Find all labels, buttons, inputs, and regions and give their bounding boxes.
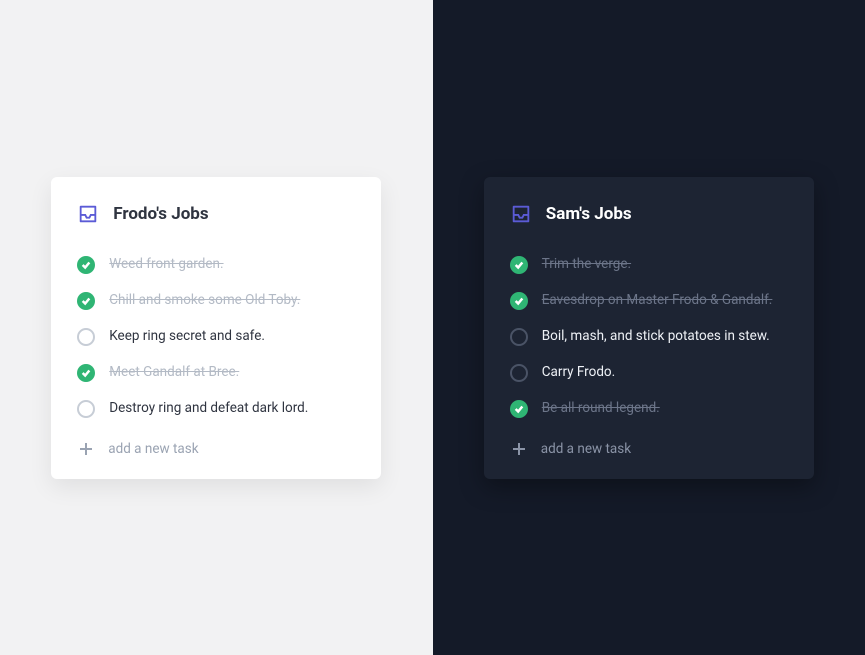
checkbox-checked-icon[interactable] <box>510 256 528 274</box>
task-item[interactable]: Eavesdrop on Master Frodo & Gandalf. <box>510 283 788 319</box>
task-text: Chill and smoke some Old Toby. <box>109 292 300 310</box>
task-text: Keep ring secret and safe. <box>109 328 265 346</box>
light-panel: Frodo's Jobs Weed front garden. Chill an… <box>0 0 433 655</box>
task-text: Eavesdrop on Master Frodo & Gandalf. <box>542 292 773 310</box>
checkbox-unchecked-icon[interactable] <box>510 364 528 382</box>
inbox-icon <box>510 203 532 225</box>
task-list: Weed front garden. Chill and smoke some … <box>77 247 355 427</box>
plus-icon <box>511 441 527 457</box>
task-text: Carry Frodo. <box>542 364 615 382</box>
task-text: Be all round legend. <box>542 400 660 418</box>
checkbox-checked-icon[interactable] <box>77 364 95 382</box>
card-title: Frodo's Jobs <box>113 204 208 224</box>
checkbox-checked-icon[interactable] <box>510 292 528 310</box>
card-header: Frodo's Jobs <box>77 203 355 225</box>
plus-icon <box>78 441 94 457</box>
todo-card-sam: Sam's Jobs Trim the verge. Eavesdrop on … <box>484 177 814 479</box>
checkbox-unchecked-icon[interactable] <box>77 400 95 418</box>
add-task-button[interactable]: add a new task <box>510 427 788 457</box>
task-item[interactable]: Weed front garden. <box>77 247 355 283</box>
task-item[interactable]: Chill and smoke some Old Toby. <box>77 283 355 319</box>
todo-card-frodo: Frodo's Jobs Weed front garden. Chill an… <box>51 177 381 479</box>
add-task-label: add a new task <box>541 441 631 457</box>
task-text: Trim the verge. <box>542 256 631 274</box>
checkbox-checked-icon[interactable] <box>510 400 528 418</box>
task-text: Boil, mash, and stick potatoes in stew. <box>542 328 770 346</box>
task-item[interactable]: Keep ring secret and safe. <box>77 319 355 355</box>
checkbox-checked-icon[interactable] <box>77 292 95 310</box>
task-item[interactable]: Meet Gandalf at Bree. <box>77 355 355 391</box>
task-item[interactable]: Trim the verge. <box>510 247 788 283</box>
card-header: Sam's Jobs <box>510 203 788 225</box>
task-text: Meet Gandalf at Bree. <box>109 364 239 382</box>
task-list: Trim the verge. Eavesdrop on Master Frod… <box>510 247 788 427</box>
task-item[interactable]: Be all round legend. <box>510 391 788 427</box>
task-text: Weed front garden. <box>109 256 223 274</box>
add-task-button[interactable]: add a new task <box>77 427 355 457</box>
add-task-label: add a new task <box>108 441 198 457</box>
task-item[interactable]: Destroy ring and defeat dark lord. <box>77 391 355 427</box>
checkbox-unchecked-icon[interactable] <box>510 328 528 346</box>
dark-panel: Sam's Jobs Trim the verge. Eavesdrop on … <box>433 0 865 655</box>
card-title: Sam's Jobs <box>546 204 632 224</box>
task-item[interactable]: Carry Frodo. <box>510 355 788 391</box>
task-item[interactable]: Boil, mash, and stick potatoes in stew. <box>510 319 788 355</box>
task-text: Destroy ring and defeat dark lord. <box>109 400 308 418</box>
checkbox-unchecked-icon[interactable] <box>77 328 95 346</box>
checkbox-checked-icon[interactable] <box>77 256 95 274</box>
inbox-icon <box>77 203 99 225</box>
